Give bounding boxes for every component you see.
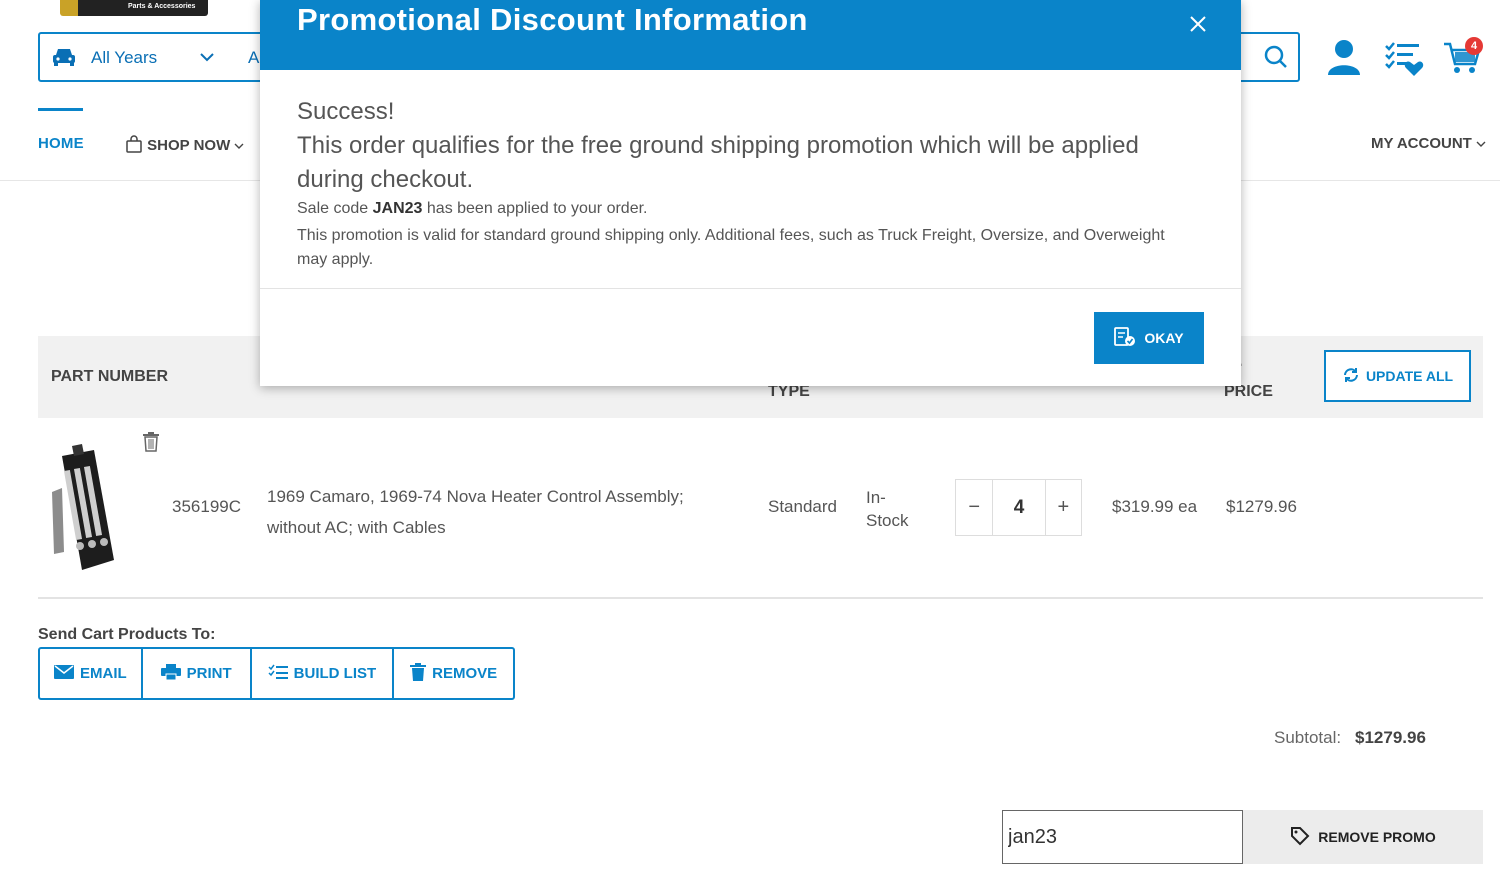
chevron-down-icon <box>1476 135 1486 152</box>
remove-promo-button[interactable]: REMOVE PROMO <box>1243 810 1483 864</box>
active-nav-indicator <box>38 108 83 111</box>
trash-icon <box>410 662 427 685</box>
column-part-number: PART NUMBER <box>51 368 169 385</box>
chevron-down-icon <box>234 137 244 154</box>
email-button[interactable]: EMAIL <box>40 649 143 698</box>
printer-icon <box>160 663 181 684</box>
print-button[interactable]: PRINT <box>143 649 252 698</box>
description-cell[interactable]: 1969 Camaro, 1969-74 Nova Heater Control… <box>267 481 727 543</box>
promo-modal: Promotional Discount Information Success… <box>260 0 1241 386</box>
nav-my-account[interactable]: MY ACCOUNT <box>1371 135 1486 152</box>
validity-message: This promotion is valid for standard gro… <box>297 227 1165 268</box>
ext-price-cell: $1279.96 <box>1226 497 1297 516</box>
send-cart-button-group: EMAIL PRINT BUILD LIST REMOVE <box>38 647 516 700</box>
qualifies-message: This order qualifies for the free ground… <box>297 132 1139 193</box>
send-cart-label: Send Cart Products To: <box>38 626 216 643</box>
okay-button[interactable]: OKAY <box>1094 312 1204 364</box>
email-label: EMAIL <box>80 665 127 682</box>
build-list-button[interactable]: BUILD LIST <box>252 649 395 698</box>
remove-promo-label: REMOVE PROMO <box>1318 829 1436 845</box>
row-divider <box>38 597 1483 599</box>
quantity-decrement-button[interactable]: − <box>956 480 994 535</box>
modal-title: Promotional Discount Information <box>297 2 808 37</box>
type-cell: Standard <box>768 497 837 516</box>
year-select[interactable]: All Years <box>91 48 157 68</box>
chevron-down-icon[interactable] <box>199 50 215 68</box>
subtotal-label: Subtotal: <box>1274 728 1342 747</box>
sale-code-message: Sale code JAN23 has been applied to your… <box>297 200 648 218</box>
shopping-bag-icon <box>125 135 147 154</box>
nav-shop-now-label: SHOP NOW <box>147 137 231 154</box>
account-icon[interactable] <box>1326 38 1362 81</box>
sale-code: JAN23 <box>372 200 423 217</box>
refresh-icon <box>1342 366 1360 387</box>
print-label: PRINT <box>186 665 232 682</box>
update-all-button[interactable]: UPDATE ALL <box>1324 350 1471 402</box>
remove-button[interactable]: REMOVE <box>394 649 513 698</box>
modal-divider <box>260 288 1241 289</box>
quantity-input[interactable]: 4 <box>993 480 1046 535</box>
build-list-label: BUILD LIST <box>293 665 377 682</box>
delete-item-icon[interactable] <box>141 431 161 458</box>
wishlist-icon[interactable] <box>1384 40 1426 83</box>
close-icon[interactable] <box>1189 13 1207 39</box>
unit-price-cell: $319.99 ea <box>1112 497 1198 516</box>
update-all-label: UPDATE ALL <box>1365 368 1454 384</box>
envelope-icon <box>54 664 74 683</box>
nav-home[interactable]: HOME <box>38 135 84 152</box>
stock-status: In-Stock <box>866 488 909 530</box>
nav-my-account-label: MY ACCOUNT <box>1371 135 1472 152</box>
cart-count-badge: 4 <box>1465 37 1483 55</box>
quantity-stepper: − 4 + <box>955 479 1082 536</box>
promo-code-input[interactable] <box>1002 810 1243 864</box>
checklist-icon <box>268 664 288 684</box>
car-icon <box>52 47 76 72</box>
search-button[interactable] <box>1252 34 1298 80</box>
sale-prefix: Sale code <box>297 200 369 217</box>
search-icon <box>1264 45 1287 68</box>
product-image[interactable] <box>48 442 120 579</box>
remove-label: REMOVE <box>432 665 498 682</box>
nav-shop-now[interactable]: SHOP NOW <box>125 135 244 154</box>
quantity-increment-button[interactable]: + <box>1046 480 1081 535</box>
sale-suffix: has been applied to your order. <box>426 200 648 217</box>
tag-icon <box>1290 826 1310 849</box>
part-number-cell[interactable]: 356199C <box>172 497 241 517</box>
okay-label: OKAY <box>1144 330 1184 346</box>
make-select[interactable]: A <box>248 48 259 68</box>
success-heading: Success! <box>297 98 395 125</box>
document-check-icon <box>1114 326 1136 350</box>
logo-tagline: Parts & Accessories <box>128 3 196 10</box>
subtotal-value: $1279.96 <box>1355 728 1426 747</box>
